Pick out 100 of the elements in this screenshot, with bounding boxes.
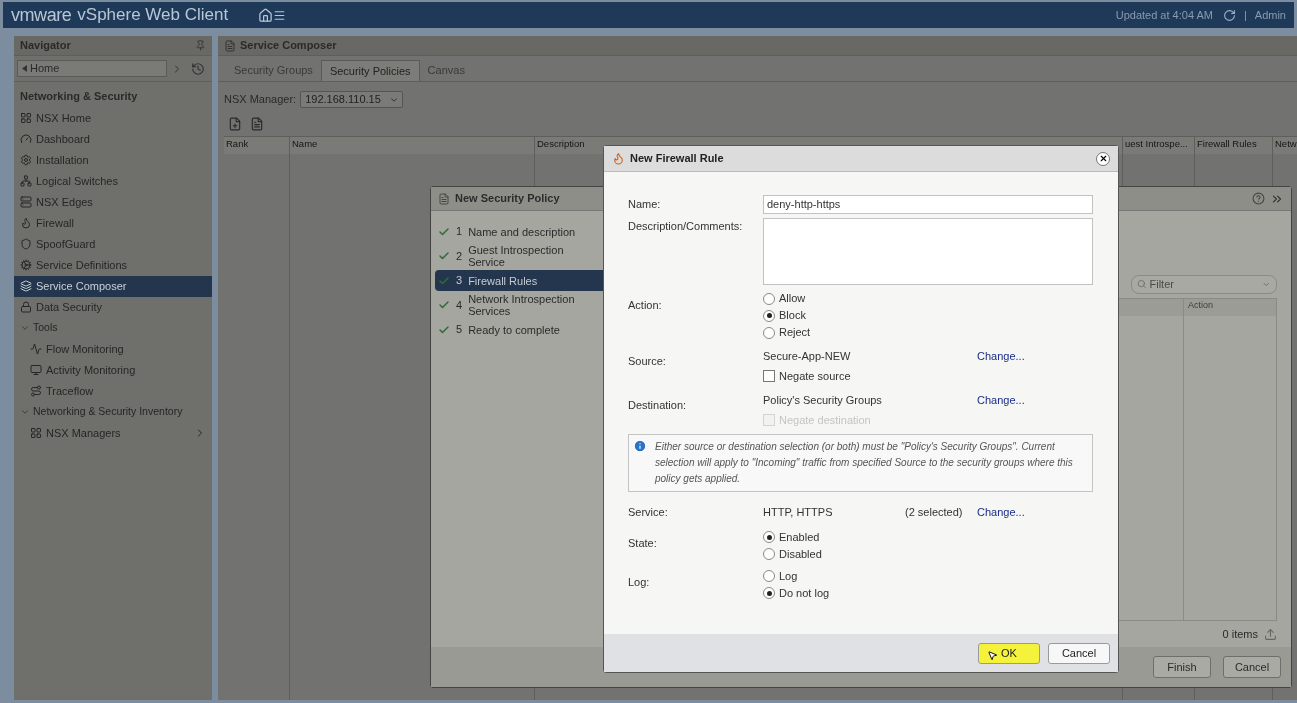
radio-label: Enabled <box>779 529 820 545</box>
nav-item[interactable]: Traceflow <box>14 380 212 402</box>
nav-item[interactable]: SpoofGuard <box>14 233 212 255</box>
field-label: Description/Comments: <box>628 219 744 234</box>
route-icon <box>30 385 42 397</box>
history-icon[interactable] <box>191 61 205 76</box>
add-policy-icon[interactable] <box>228 117 242 131</box>
field-label: Source: <box>628 355 666 367</box>
edit-policy-icon[interactable] <box>250 117 264 131</box>
field-value: Policy's Security Groups <box>763 392 883 408</box>
tab[interactable]: Security Groups <box>226 60 321 81</box>
wizard-button[interactable]: Cancel <box>1223 656 1281 678</box>
help-icon[interactable] <box>1252 192 1265 205</box>
step-label: Ready to complete <box>468 323 561 336</box>
update-status: Updated at 4:04 AM <box>1115 7 1213 23</box>
check-icon <box>438 225 450 238</box>
radio-button[interactable] <box>763 531 775 543</box>
filter-field[interactable]: Filter <box>1131 275 1277 294</box>
change-link[interactable]: Change... <box>977 504 1025 521</box>
nav-item[interactable]: Service Definitions <box>14 254 212 276</box>
user-menu[interactable]: Admin <box>1254 6 1286 24</box>
step-number: 5 <box>456 322 463 338</box>
radio-button[interactable] <box>763 326 775 339</box>
document-icon <box>224 39 236 52</box>
nav-item[interactable]: Service Composer <box>14 275 212 297</box>
home-menu-icon[interactable] <box>258 7 287 23</box>
nav-item[interactable]: Activity Monitoring <box>14 359 212 381</box>
nsx-manager-dropdown[interactable]: 192.168.110.15 <box>300 91 404 108</box>
radio-button[interactable] <box>763 570 775 582</box>
radio-label: Do not log <box>779 585 830 601</box>
nav-item-label: Firewall <box>36 215 74 231</box>
home-history-button[interactable]: Home <box>17 60 167 77</box>
brand-logo: vmware <box>11 3 72 27</box>
server-icon <box>20 196 32 208</box>
nav-item-label: Data Security <box>36 299 103 315</box>
check-icon <box>438 250 450 262</box>
info-text: Either source or destination selection (or both) must be "Policy's Security Groups". Current selection will apply to "Incoming" traffic from specified Source to the security groups where this policy gets applied. <box>655 440 1074 486</box>
network-icon <box>20 175 32 187</box>
monitor-icon <box>30 364 42 376</box>
field-value: Secure-App-NEW <box>763 348 852 364</box>
document-icon <box>438 192 450 205</box>
change-link[interactable]: Change... <box>977 347 1025 365</box>
group-heading[interactable]: Networking & Security Inventory <box>33 404 183 420</box>
description-field[interactable] <box>763 218 1093 285</box>
nav-item[interactable]: Installation <box>14 149 212 171</box>
nav-item-label: Flow Monitoring <box>46 341 125 357</box>
grid-icon <box>20 112 32 124</box>
caret-icon[interactable] <box>20 323 30 333</box>
dialog-button[interactable]: Cancel <box>1048 642 1110 664</box>
column-header <box>1118 298 1183 316</box>
tab[interactable]: Security Policies <box>320 60 420 81</box>
checkbox[interactable] <box>763 370 775 382</box>
field-value: HTTP, HTTPS <box>763 505 834 520</box>
group-heading[interactable]: Tools <box>33 320 58 336</box>
flame-icon <box>612 152 625 165</box>
nav-item[interactable]: NSX Managers <box>14 422 212 444</box>
step-label: Network Introspection Services <box>468 293 576 317</box>
dialog-button[interactable]: OK <box>978 642 1040 664</box>
close-button[interactable] <box>1096 151 1110 166</box>
item-count: 0 items <box>1222 627 1258 642</box>
change-link[interactable]: Change... <box>977 391 1025 409</box>
nav-item-label: Service Composer <box>36 278 127 294</box>
field-label: Action: <box>628 299 662 311</box>
window-title: New Firewall Rule <box>630 151 725 167</box>
name-field[interactable]: deny-http-https <box>763 195 1093 214</box>
filter-input[interactable]: Filter <box>1149 276 1260 293</box>
nav-item-label: Installation <box>36 152 89 168</box>
radio-button[interactable] <box>763 587 775 599</box>
radio-label: Disabled <box>779 546 822 562</box>
radio-button[interactable] <box>763 548 775 560</box>
step-label: Firewall Rules <box>468 274 539 287</box>
nav-item[interactable]: Firewall <box>14 212 212 234</box>
panel-title: Navigator <box>20 38 72 54</box>
nav-item[interactable]: Dashboard <box>14 128 212 150</box>
radio-label: Reject <box>779 325 811 341</box>
radio-button[interactable] <box>763 292 775 305</box>
nav-item-label: NSX Managers <box>46 425 122 441</box>
export-icon[interactable] <box>1264 627 1277 641</box>
search-icon <box>1137 279 1147 290</box>
pin-icon[interactable] <box>195 40 206 51</box>
nav-item[interactable]: NSX Home <box>14 107 212 129</box>
checkbox-label: Negate source <box>779 368 851 384</box>
wizard-step[interactable]: 1 Name and description <box>435 221 606 242</box>
refresh-icon[interactable] <box>1222 8 1236 22</box>
activity-icon <box>30 343 42 355</box>
nav-item[interactable]: Data Security <box>14 296 212 318</box>
close-icon <box>1098 154 1108 163</box>
nav-item[interactable]: Flow Monitoring <box>14 338 212 360</box>
panel-title: Service Composer <box>240 38 337 54</box>
caret-icon[interactable] <box>20 407 30 417</box>
nav-item[interactable]: NSX Edges <box>14 191 212 213</box>
wizard-step[interactable]: 3 Firewall Rules <box>435 270 606 291</box>
radio-button[interactable] <box>763 309 775 322</box>
wizard-button[interactable]: Finish <box>1153 656 1211 678</box>
nav-item-label: Dashboard <box>36 131 90 147</box>
radio-label: Allow <box>779 291 806 307</box>
nav-item-label: SpoofGuard <box>36 236 96 252</box>
check-icon <box>438 274 450 287</box>
wizard-step[interactable]: 5 Ready to complete <box>435 319 606 340</box>
nav-item[interactable]: Logical Switches <box>14 170 212 192</box>
